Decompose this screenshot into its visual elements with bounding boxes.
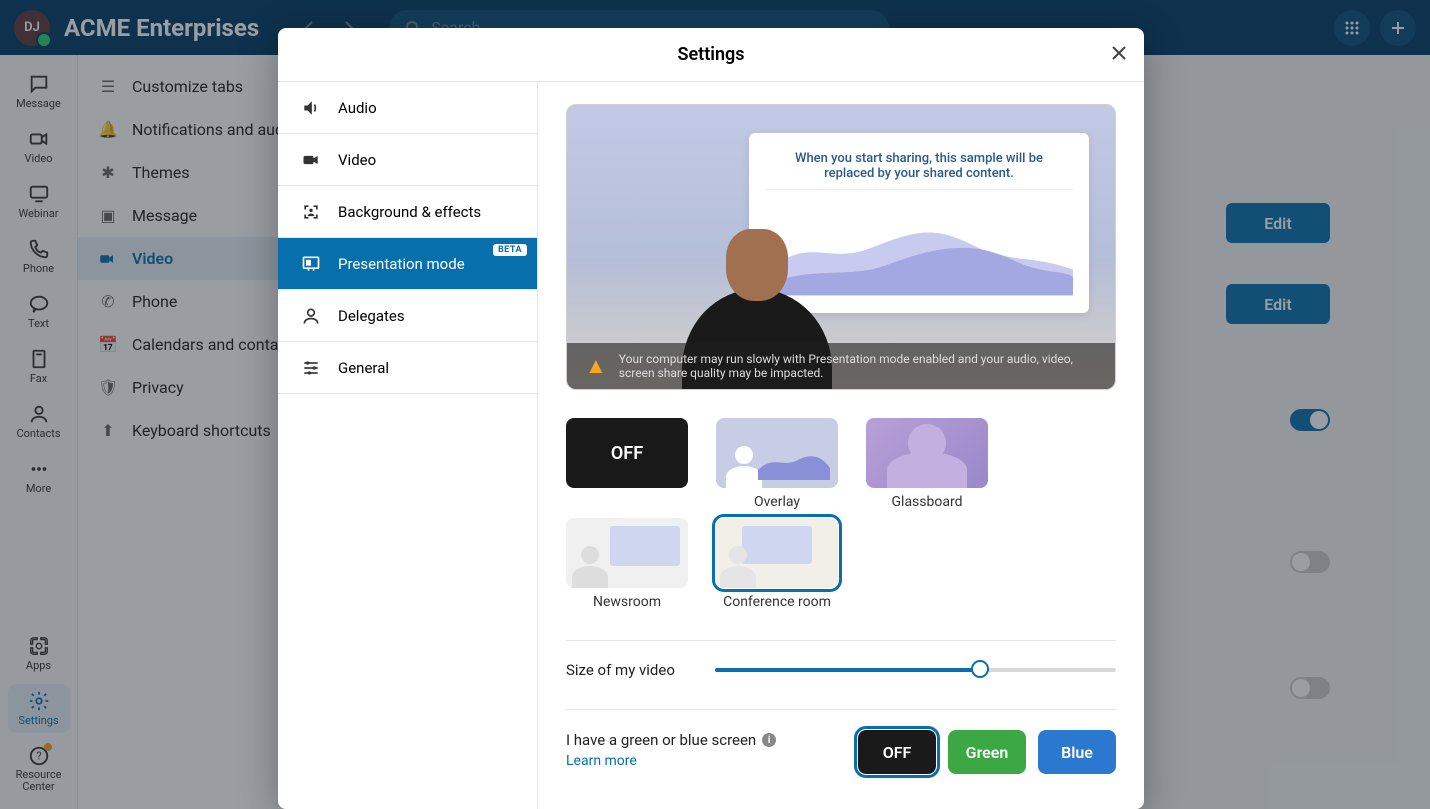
mode-off[interactable]: OFF (566, 418, 688, 510)
mode-tiles: OFF Overlay Glassboard (566, 418, 1116, 610)
sliders-icon (300, 357, 322, 379)
mode-label: Newsroom (593, 594, 661, 610)
info-icon[interactable]: i (762, 733, 776, 747)
cat-presentation-mode[interactable]: Presentation mode BETA (278, 238, 537, 290)
video-size-row: Size of my video (566, 661, 1116, 679)
divider (566, 709, 1116, 710)
beta-badge: BETA (493, 244, 527, 256)
sample-text: When you start sharing, this sample will… (765, 147, 1073, 190)
cat-general[interactable]: General (278, 342, 537, 394)
mode-label: Conference room (723, 594, 831, 610)
speaker-icon (300, 97, 322, 119)
close-button[interactable] (1110, 44, 1128, 62)
divider (566, 640, 1116, 641)
mode-glassboard-thumb (866, 418, 988, 488)
cat-label: Background & effects (338, 203, 481, 221)
mode-off-thumb: OFF (566, 418, 688, 488)
settings-modal: Settings Audio Video (278, 28, 1144, 809)
mode-conference-room[interactable]: Conference room (716, 518, 838, 610)
cat-background[interactable]: Background & effects (278, 186, 537, 238)
mode-newsroom-thumb (566, 518, 688, 588)
gs-blue-button[interactable]: Blue (1038, 730, 1116, 774)
video-size-label: Size of my video (566, 661, 675, 679)
preview-box: When you start sharing, this sample will… (566, 104, 1116, 390)
background-icon (300, 201, 322, 223)
warning-strip: ▲ Your computer may run slowly with Pres… (567, 343, 1115, 389)
cat-delegates[interactable]: Delegates (278, 290, 537, 342)
mode-label: Overlay (754, 494, 800, 510)
gs-green-button[interactable]: Green (948, 730, 1026, 774)
warning-text: Your computer may run slowly with Presen… (619, 352, 1097, 380)
cat-label: General (338, 359, 389, 377)
modal-title: Settings (678, 44, 745, 65)
person-icon (300, 305, 322, 327)
video-icon (300, 149, 322, 171)
gs-off-button[interactable]: OFF (858, 730, 936, 774)
cat-label: Audio (338, 99, 377, 117)
presentation-icon (300, 253, 322, 275)
learn-more-link[interactable]: Learn more (566, 753, 798, 769)
cat-audio[interactable]: Audio (278, 82, 537, 134)
cat-label: Video (338, 151, 376, 169)
greenscreen-segmented: OFF Green Blue (858, 730, 1116, 774)
cat-video[interactable]: Video (278, 134, 537, 186)
mode-newsroom[interactable]: Newsroom (566, 518, 688, 610)
mode-overlay-thumb (716, 418, 838, 488)
settings-categories: Audio Video Background & effects Present… (278, 82, 538, 809)
presentation-mode-panel: When you start sharing, this sample will… (538, 82, 1144, 809)
mode-conference-thumb (716, 518, 838, 588)
close-icon (1110, 44, 1128, 62)
cat-label: Presentation mode (338, 255, 465, 273)
mode-overlay[interactable]: Overlay (716, 418, 838, 510)
modal-header: Settings (278, 28, 1144, 82)
warning-icon: ▲ (585, 353, 607, 379)
greenscreen-label: I have a green or blue screen i (566, 731, 776, 749)
cat-label: Delegates (338, 307, 405, 325)
mode-label: Glassboard (892, 494, 963, 510)
video-size-slider[interactable] (715, 668, 1116, 672)
mode-glassboard[interactable]: Glassboard (866, 418, 988, 510)
greenscreen-row: I have a green or blue screen i Learn mo… (566, 730, 1116, 774)
